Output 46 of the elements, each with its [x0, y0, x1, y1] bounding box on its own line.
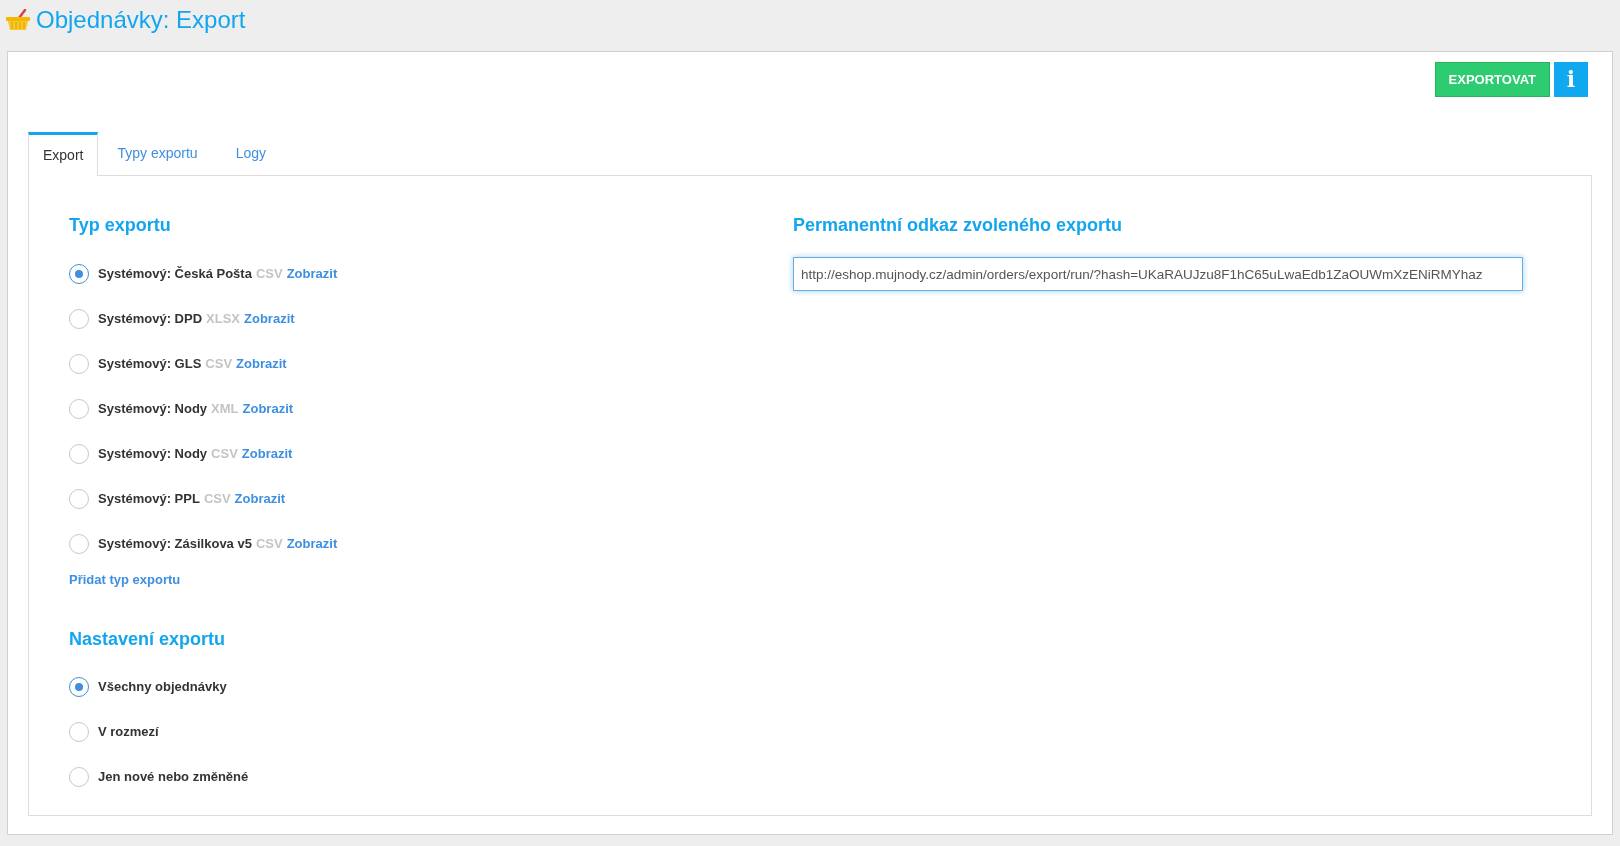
option-label: Systémový: Česká Pošta — [98, 264, 252, 283]
section-heading: Nastavení exportu — [69, 627, 227, 651]
show-link[interactable]: Zobrazit — [236, 353, 287, 374]
page-title: Objednávky: Export — [36, 5, 246, 35]
show-link[interactable]: Zobrazit — [241, 443, 293, 464]
export-button[interactable]: EXPORTOVAT — [1434, 62, 1550, 97]
show-link[interactable]: Zobrazit — [286, 263, 338, 284]
format-label: CSV — [203, 489, 231, 508]
radio-button[interactable] — [69, 263, 89, 284]
radio-button[interactable] — [69, 488, 89, 509]
tab[interactable]: Export — [28, 132, 99, 176]
option-label: Systémový: Zásilkova v5 — [98, 534, 252, 553]
format-label: CSV — [211, 444, 238, 463]
format-label: CSV — [205, 354, 233, 373]
option-label: Systémový: PPL — [98, 489, 200, 508]
link-field[interactable]: http://eshop.mujnody.cz/admin/orders/export/run/?hash=UKaRAUJzu8F1hC65uLwaEdb1ZaOUWmXzENiRMYhaz — [793, 257, 1523, 291]
option-label: V rozmezí — [98, 723, 159, 742]
option-label: Všechny objednávky — [98, 678, 227, 697]
radio-button[interactable] — [69, 353, 89, 374]
tab[interactable]: Logy — [216, 131, 285, 175]
basket-icon — [6, 9, 30, 31]
radio-button[interactable] — [69, 533, 89, 554]
radio-button[interactable] — [69, 677, 89, 697]
option-label: Jen nové nebo změněné — [98, 768, 249, 787]
show-link[interactable]: Zobrazit — [286, 533, 338, 554]
option-label: Systémový: Nody — [98, 399, 208, 418]
radio-button[interactable] — [69, 443, 89, 464]
section-heading: Permanentní odkaz zvoleného exportu — [793, 214, 1124, 237]
radio-button[interactable] — [69, 767, 89, 787]
option-label: Systémový: DPD — [98, 309, 203, 328]
show-link[interactable]: Zobrazit — [234, 488, 286, 509]
option-label: Systémový: Nody — [98, 444, 208, 463]
info-button[interactable]: i — [1554, 62, 1588, 97]
format-label: XML — [211, 399, 239, 418]
radio-button[interactable] — [69, 722, 89, 742]
format-label: CSV — [255, 534, 283, 553]
section-heading: Typ exportu — [69, 214, 172, 237]
show-link[interactable]: Zobrazit — [242, 398, 294, 419]
option-label: Systémový: GLS — [98, 354, 202, 373]
radio-button[interactable] — [69, 398, 89, 419]
format-label: CSV — [255, 264, 283, 283]
add-export-type-link[interactable]: Přidat typ exportu — [69, 570, 181, 590]
radio-button[interactable] — [69, 308, 89, 329]
tab[interactable]: Typy exportu — [98, 131, 217, 175]
show-link[interactable]: Zobrazit — [244, 308, 295, 329]
format-label: XLSX — [206, 309, 240, 328]
